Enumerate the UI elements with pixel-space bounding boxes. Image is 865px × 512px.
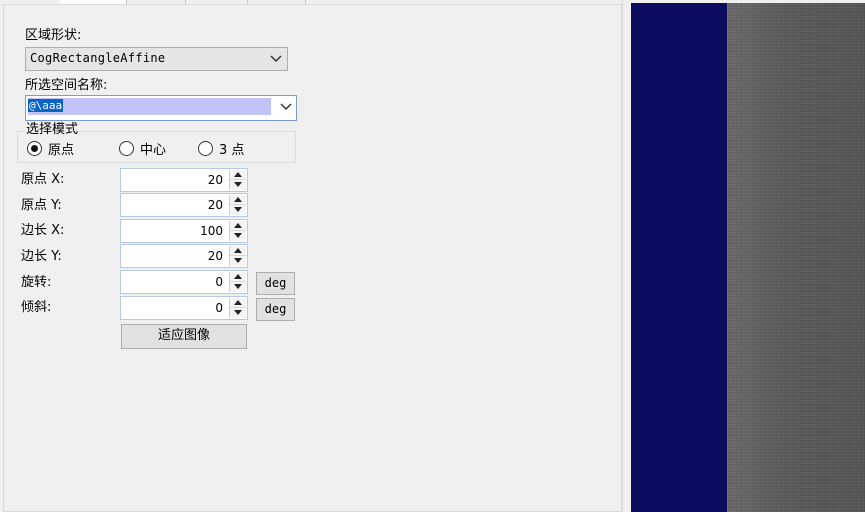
radio-three-point[interactable]: 3 点 xyxy=(198,139,244,158)
rotation-label: 旋转: xyxy=(21,275,52,290)
spin-up-icon[interactable] xyxy=(230,272,246,282)
rotation-unit-button[interactable]: deg xyxy=(256,272,295,295)
origin-y-value[interactable]: 20 xyxy=(208,198,223,212)
origin-x-label: 原点 X: xyxy=(21,172,65,187)
space-name-combo[interactable]: @\aaa xyxy=(25,95,297,121)
region-shape-value: CogRectangleAffine xyxy=(30,51,166,65)
spin-up-icon[interactable] xyxy=(230,221,246,231)
space-name-selection xyxy=(28,98,271,115)
side-y-spinner[interactable]: 20 xyxy=(120,244,248,268)
radio-center-label: 中心 xyxy=(140,143,167,158)
spin-down-icon[interactable] xyxy=(230,282,246,292)
side-y-spin-buttons xyxy=(229,246,246,266)
spin-down-icon[interactable] xyxy=(230,308,246,318)
region-shape-select[interactable]: CogRectangleAffine xyxy=(25,47,288,71)
origin-x-value[interactable]: 20 xyxy=(208,173,223,187)
spin-up-icon[interactable] xyxy=(230,195,246,205)
spin-down-icon[interactable] xyxy=(230,205,246,215)
skew-spinner[interactable]: 0 xyxy=(120,296,248,320)
spin-down-icon[interactable] xyxy=(230,231,246,241)
radio-three-point-label: 3 点 xyxy=(219,143,245,158)
origin-x-spinner[interactable]: 20 xyxy=(120,168,248,192)
select-mode-title: 选择模式 xyxy=(25,122,80,138)
radio-origin-label: 原点 xyxy=(48,143,75,158)
radio-center-circle[interactable] xyxy=(119,141,134,156)
origin-y-label: 原点 Y: xyxy=(21,198,62,213)
chevron-down-icon xyxy=(270,55,282,63)
fit-image-button[interactable]: 适应图像 xyxy=(121,324,247,349)
space-name-input[interactable]: @\aaa xyxy=(28,99,64,112)
region-shape-label: 区域形状: xyxy=(25,28,82,43)
side-x-spin-buttons xyxy=(229,221,246,241)
rotation-spin-buttons xyxy=(229,272,246,292)
skew-value[interactable]: 0 xyxy=(215,301,223,315)
rotation-value[interactable]: 0 xyxy=(215,275,223,289)
skew-spin-buttons xyxy=(229,298,246,318)
skew-label: 倾斜: xyxy=(21,300,52,315)
rotation-spinner[interactable]: 0 xyxy=(120,270,248,294)
skew-unit-button[interactable]: deg xyxy=(256,298,295,321)
radio-origin-circle[interactable] xyxy=(27,141,42,156)
radio-origin[interactable]: 原点 xyxy=(27,139,74,158)
side-x-spinner[interactable]: 100 xyxy=(120,219,248,243)
radio-three-point-circle[interactable] xyxy=(198,141,213,156)
origin-y-spinner[interactable]: 20 xyxy=(120,193,248,217)
radio-center[interactable]: 中心 xyxy=(119,139,166,158)
space-name-label: 所选空间名称: xyxy=(25,78,108,93)
origin-x-spin-buttons xyxy=(229,170,246,190)
side-x-label: 边长 X: xyxy=(21,223,65,238)
splitter[interactable] xyxy=(622,0,631,512)
image-dark-region xyxy=(631,3,727,512)
spin-down-icon[interactable] xyxy=(230,180,246,190)
spin-up-icon[interactable] xyxy=(230,246,246,256)
space-name-value: @\aaa xyxy=(28,99,64,112)
chevron-down-icon[interactable] xyxy=(280,102,292,112)
spin-down-icon[interactable] xyxy=(230,256,246,266)
origin-y-spin-buttons xyxy=(229,195,246,215)
spin-up-icon[interactable] xyxy=(230,298,246,308)
side-y-value[interactable]: 20 xyxy=(208,249,223,263)
side-y-label: 边长 Y: xyxy=(21,249,62,264)
side-x-value[interactable]: 100 xyxy=(200,224,223,238)
image-gray-region xyxy=(727,3,865,512)
spin-up-icon[interactable] xyxy=(230,170,246,180)
